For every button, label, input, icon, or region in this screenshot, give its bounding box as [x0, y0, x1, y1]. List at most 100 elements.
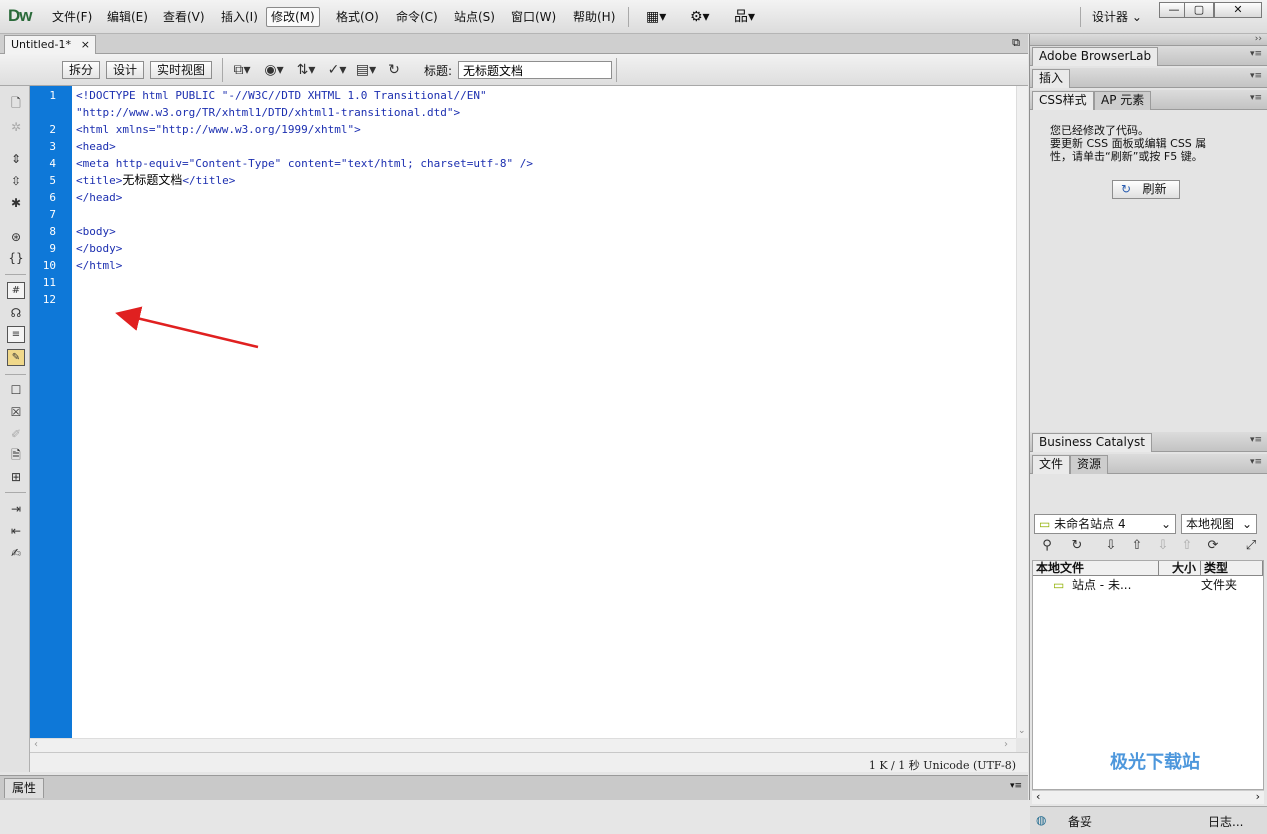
scroll-right-icon[interactable]: ›: [1256, 790, 1260, 803]
line-number: 9: [49, 242, 56, 255]
connect-icon[interactable]: ⚲: [1038, 537, 1056, 555]
file-management-icon[interactable]: ⇅▾: [294, 62, 318, 78]
browserlab-tab[interactable]: Adobe BrowserLab: [1032, 47, 1159, 66]
site-folder-row[interactable]: ▭ 站点 - 未...: [1053, 577, 1131, 594]
check-out-icon[interactable]: ⇩: [1154, 537, 1172, 555]
panel-menu-icon[interactable]: ▾≡: [1250, 457, 1262, 467]
show-code-navigator-icon[interactable]: ✲: [6, 118, 26, 136]
check-in-icon[interactable]: ⇧: [1178, 537, 1196, 555]
close-button[interactable]: ✕: [1214, 2, 1262, 18]
menu-insert[interactable]: 插入(I): [217, 7, 262, 27]
refresh-button[interactable]: ↻ 刷新: [1112, 180, 1180, 199]
refresh-icon[interactable]: ↻: [382, 62, 406, 78]
collapse-selection-icon[interactable]: ⇳: [6, 172, 26, 190]
chevron-down-icon: ⌄: [1131, 10, 1142, 24]
file-type: 文件夹: [1201, 578, 1238, 592]
menu-commands[interactable]: 命令(C): [392, 7, 442, 27]
menu-view[interactable]: 查看(V): [159, 7, 209, 27]
remove-comment-icon[interactable]: ☒: [6, 403, 26, 421]
highlight-invalid-code-icon[interactable]: ☊: [6, 304, 26, 322]
workspace-switcher[interactable]: 设计器 ⌄: [1088, 7, 1146, 27]
expand-panel-icon[interactable]: ⤢: [1242, 537, 1260, 555]
line-number: [26, 104, 56, 121]
collapse-tag-icon[interactable]: ⇕: [6, 150, 26, 168]
menu-site[interactable]: 站点(S): [450, 7, 499, 27]
code-editor[interactable]: <!DOCTYPE html PUBLIC "-//W3C//DTD XHTML…: [72, 86, 1016, 738]
word-wrap-icon[interactable]: ≡: [7, 326, 25, 343]
column-header-size[interactable]: 大小: [1159, 561, 1201, 576]
balance-braces-icon[interactable]: {}: [6, 249, 26, 267]
menu-window[interactable]: 窗口(W): [507, 7, 560, 27]
design-view-button[interactable]: 设计: [106, 61, 145, 79]
panel-menu-icon[interactable]: ▾≡: [1250, 71, 1262, 81]
panel-collapse-strip[interactable]: ››: [1030, 34, 1267, 46]
status-bar: 1 K / 1 秒 Unicode (UTF-8): [30, 752, 1028, 772]
document-tab[interactable]: Untitled-1* ×: [4, 35, 96, 54]
check-browser-icon[interactable]: ✓▾: [325, 62, 349, 78]
restore-icon[interactable]: ⧉: [1012, 36, 1020, 50]
menu-help[interactable]: 帮助(H): [569, 7, 619, 27]
menu-file[interactable]: 文件(F): [48, 7, 96, 27]
vertical-scrollbar[interactable]: ⌄: [1016, 86, 1028, 738]
files-tab[interactable]: 文件: [1032, 455, 1071, 474]
css-styles-tab[interactable]: CSS样式: [1032, 91, 1094, 110]
visual-aids-icon[interactable]: ▤▾: [354, 62, 378, 78]
maximize-button[interactable]: ▢: [1184, 2, 1214, 18]
tab-close-icon[interactable]: ×: [81, 36, 90, 53]
line-number: 6: [49, 191, 56, 204]
panel-menu-icon[interactable]: ▾≡: [1010, 781, 1022, 791]
preview-browser-icon[interactable]: ◉▾: [262, 62, 286, 78]
layout-icon[interactable]: ▦▾: [642, 7, 670, 27]
syntax-coloring-icon[interactable]: ✎: [7, 349, 25, 366]
column-header-type[interactable]: 类型: [1201, 561, 1263, 576]
code-line: <meta http-equiv="Content-Type" content=…: [76, 157, 533, 170]
recent-snippets-icon[interactable]: 🗎: [6, 446, 26, 464]
panel-menu-icon[interactable]: ▾≡: [1250, 93, 1262, 103]
log-button[interactable]: 日志...: [1208, 813, 1243, 830]
view-select[interactable]: 本地视图 ⌄: [1181, 514, 1257, 534]
indent-icon[interactable]: ⇥: [6, 500, 26, 518]
line-numbers-icon[interactable]: #: [7, 282, 25, 299]
refresh-label: 刷新: [1142, 182, 1167, 196]
gear-icon[interactable]: ⚙▾: [686, 7, 714, 27]
scroll-right-icon[interactable]: ›: [1004, 739, 1008, 750]
insert-tab[interactable]: 插入: [1032, 69, 1071, 88]
ap-elements-tab[interactable]: AP 元素: [1094, 91, 1152, 110]
scroll-down-icon[interactable]: ⌄: [1018, 726, 1026, 736]
code-line: <body>: [76, 225, 116, 238]
site-map-icon[interactable]: 品▾: [730, 7, 759, 27]
assets-tab[interactable]: 资源: [1070, 455, 1109, 474]
title-input[interactable]: [458, 61, 612, 79]
business-catalyst-tab[interactable]: Business Catalyst: [1032, 433, 1152, 452]
properties-tab[interactable]: 属性: [4, 778, 44, 798]
apply-comment-icon[interactable]: ☐: [6, 381, 26, 399]
refresh-icon[interactable]: ↻: [1068, 537, 1086, 555]
wrap-tag-icon[interactable]: ✐: [6, 425, 26, 443]
open-documents-icon[interactable]: 🗋: [6, 94, 26, 112]
menu-format[interactable]: 格式(O): [332, 7, 383, 27]
scroll-left-icon[interactable]: ‹: [34, 739, 38, 750]
move-css-icon[interactable]: ⊞: [6, 468, 26, 486]
put-files-icon[interactable]: ⇧: [1128, 537, 1146, 555]
line-number: 11: [42, 276, 56, 289]
multiscreen-icon[interactable]: ⧉▾: [230, 62, 254, 78]
get-files-icon[interactable]: ⇩: [1102, 537, 1120, 555]
expand-all-icon[interactable]: ✱: [6, 194, 26, 212]
expand-icon[interactable]: ››: [1255, 34, 1262, 44]
format-source-icon[interactable]: ✍: [6, 544, 26, 562]
select-parent-tag-icon[interactable]: ⊛: [6, 228, 26, 246]
split-view-button[interactable]: 拆分: [62, 61, 101, 79]
menu-edit[interactable]: 编辑(E): [103, 7, 152, 27]
site-select[interactable]: ▭ 未命名站点 4 ⌄: [1034, 514, 1176, 534]
horizontal-scrollbar[interactable]: ‹ ›: [30, 738, 1016, 752]
menu-modify[interactable]: 修改(M): [266, 7, 320, 27]
synchronize-icon[interactable]: ⟳: [1204, 537, 1222, 555]
outdent-icon[interactable]: ⇤: [6, 522, 26, 540]
code-line: <!DOCTYPE html PUBLIC "-//W3C//DTD XHTML…: [76, 89, 487, 102]
live-view-button[interactable]: 实时视图: [150, 61, 213, 79]
file-list-scrollbar[interactable]: ‹ ›: [1032, 790, 1264, 804]
scroll-left-icon[interactable]: ‹: [1036, 790, 1040, 803]
column-header-local-files[interactable]: 本地文件: [1033, 561, 1159, 576]
panel-menu-icon[interactable]: ▾≡: [1250, 435, 1262, 445]
panel-menu-icon[interactable]: ▾≡: [1250, 49, 1262, 59]
